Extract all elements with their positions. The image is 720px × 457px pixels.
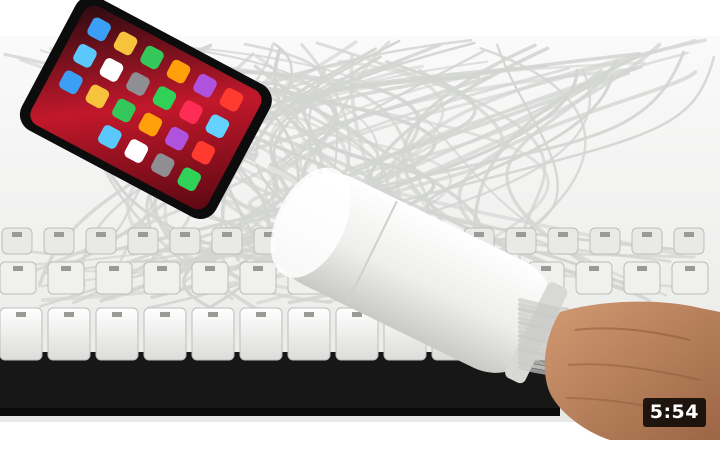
thumbnail-scene (0, 0, 720, 457)
video-thumbnail[interactable]: 5:54 (0, 0, 720, 457)
video-duration-badge: 5:54 (642, 398, 706, 427)
